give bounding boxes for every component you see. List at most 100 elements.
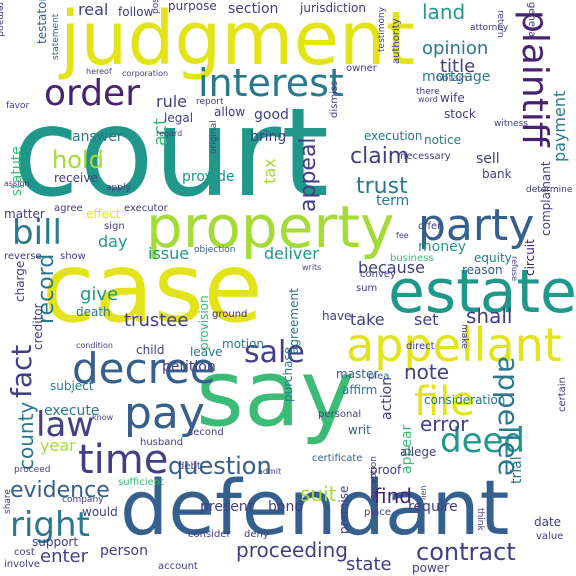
word-statement: statement	[51, 13, 61, 60]
word-company: company	[62, 495, 104, 505]
word-business: business	[390, 253, 434, 264]
word-admit: admit	[258, 467, 282, 476]
word-wife: wife	[440, 91, 465, 105]
word-take: take	[350, 310, 385, 329]
word-allow: allow	[214, 105, 246, 119]
word-day: day	[98, 232, 128, 251]
word-purpose: purpose	[168, 0, 217, 13]
word-account: account	[158, 561, 198, 572]
word-bring: bring	[250, 129, 287, 145]
word-debt: debt	[178, 461, 201, 472]
word-enter: enter	[40, 546, 89, 567]
word-notice: notice	[424, 133, 461, 147]
word-objection: objection	[194, 245, 236, 255]
word-exception: exception	[369, 456, 379, 500]
word-petition: petition	[162, 359, 216, 375]
word-execution: execution	[364, 129, 423, 143]
word-proceed: proceed	[14, 465, 51, 475]
word-dismiss: dismiss	[329, 80, 340, 118]
word-allege: allege	[400, 445, 437, 459]
word-word: word	[418, 95, 438, 104]
word-bill: bill	[12, 213, 62, 253]
word-value: value	[536, 531, 564, 542]
word-note: note	[404, 360, 450, 384]
word-refuse: refuse	[510, 256, 519, 282]
word-bank: bank	[482, 167, 512, 181]
word-real: real	[78, 0, 109, 19]
word-charge: charge	[13, 260, 27, 302]
word-motion: motion	[222, 337, 265, 351]
word-sell: sell	[476, 151, 500, 167]
word-ground: ground	[212, 309, 248, 320]
word-offer: offer	[418, 221, 442, 232]
word-rule: rule	[156, 92, 188, 111]
word-consider: consider	[188, 529, 231, 540]
word-require: require	[408, 499, 458, 515]
word-possession: possession	[151, 0, 161, 14]
word-share: share	[3, 489, 13, 514]
word-error: error	[420, 412, 469, 436]
word-fact: fact	[5, 344, 38, 398]
word-condition: condition	[76, 341, 113, 350]
word-year: year	[40, 436, 76, 455]
word-involve: involve	[4, 559, 41, 570]
word-set: set	[414, 310, 439, 329]
word-necessary: necessary	[400, 151, 451, 162]
word-make: make	[459, 324, 469, 349]
word-shall: shall	[466, 304, 513, 328]
word-money: money	[418, 239, 466, 255]
word-sign: sign	[104, 221, 125, 232]
word-receive: receive	[54, 171, 98, 185]
word-testimony: testimony	[377, 6, 387, 52]
word-testator: testator	[35, 0, 49, 44]
word-regard: regard	[156, 129, 183, 138]
word-payment: payment	[550, 90, 569, 162]
word-cloud: court case say defendant judgment proper…	[0, 0, 576, 576]
word-follow: follow	[118, 5, 154, 19]
word-convey: convey	[360, 269, 396, 280]
word-plea: plea	[368, 371, 390, 382]
word-obtain: obtain	[436, 73, 468, 84]
word-good: good	[254, 107, 289, 123]
word-second: second	[188, 427, 224, 438]
word-consideration: consideration	[424, 393, 506, 407]
word-writs: writs	[302, 263, 322, 272]
word-provide: provide	[182, 169, 235, 185]
word-favor: favor	[6, 101, 30, 111]
word-have: have	[322, 309, 352, 323]
word-determine: determine	[526, 185, 573, 195]
word-provision: provision	[197, 295, 211, 350]
word-husband: husband	[140, 437, 184, 448]
word-know: know	[92, 413, 114, 422]
word-section: section	[228, 1, 279, 17]
word-certain: certain	[557, 377, 568, 412]
word-executor: executor	[124, 203, 168, 214]
word-sum: sum	[356, 283, 378, 294]
word-certificate: certificate	[312, 453, 363, 464]
word-lien: lien	[419, 485, 428, 500]
word-corporation: corporation	[122, 69, 169, 78]
word-subject: subject	[50, 379, 94, 393]
word-trial: trial	[509, 456, 525, 484]
word-county: county	[14, 401, 38, 470]
word-give: give	[80, 284, 119, 305]
word-complainant: complainant	[539, 161, 553, 236]
word-bond: bond	[268, 499, 304, 515]
word-legal: legal	[164, 111, 194, 125]
word-think: think	[475, 508, 485, 531]
word-show: show	[60, 251, 86, 262]
word-present: present	[200, 499, 254, 515]
word-effect: effect	[86, 207, 121, 221]
word-agree: agree	[54, 203, 83, 214]
word-date: date	[534, 515, 562, 529]
word-land: land	[422, 0, 466, 24]
word-general: general	[526, 2, 537, 41]
word-direct: direct	[406, 341, 435, 352]
word-premise: premise	[337, 485, 351, 534]
word-leave: leave	[190, 345, 223, 359]
word-trustee: trustee	[124, 310, 189, 331]
word-agreement: agreement	[287, 288, 301, 354]
word-creditor: creditor	[31, 303, 45, 350]
word-suit: suit	[300, 482, 337, 506]
word-issue: issue	[148, 244, 190, 263]
